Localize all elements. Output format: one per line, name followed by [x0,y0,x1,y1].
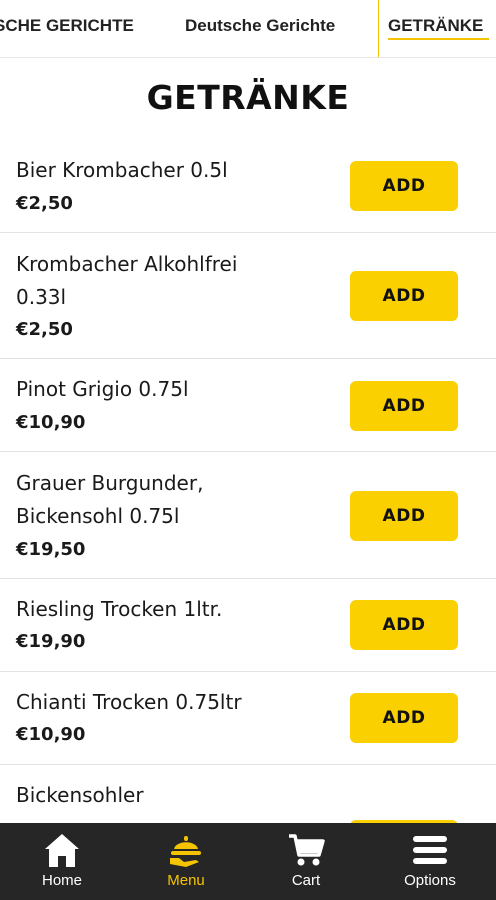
tab-getraenke[interactable]: GETRÄNKE [388,0,483,54]
tab-deutsche-gerichte[interactable]: Deutsche Gerichte [185,0,335,54]
nav-cart[interactable]: Cart [244,823,368,900]
menu-item: Bier Krombacher 0.5l €2,50 ADD [0,140,496,233]
item-price: €2,50 [16,193,73,214]
home-icon [45,834,79,867]
nav-label: Cart [291,872,321,889]
item-price: €10,90 [16,412,86,433]
menu-dish-icon [170,836,201,867]
menu-item: Grauer Burgunder, Bickensohl 0.75l €19,5… [0,452,496,579]
item-price: €2,50 [16,319,73,340]
menu-item: Chianti Trocken 0.75ltr €10,90 ADD [0,672,496,765]
menu-item: Riesling Trocken 1ltr. €19,90 ADD [0,579,496,672]
nav-label: Home [41,872,82,889]
cart-icon [289,834,325,866]
item-price: €19,50 [16,539,86,560]
item-name: Grauer Burgunder, [16,471,204,495]
item-name: Krombacher Alkohlfrei [16,252,238,276]
item-name: Chianti Trocken 0.75ltr [16,690,242,714]
item-name-line2: 0.33l [16,285,67,309]
options-icon [413,836,447,864]
add-button[interactable]: ADD [350,600,458,650]
active-tab-indicator [388,38,489,40]
menu-item: Pinot Grigio 0.75l €10,90 ADD [0,359,496,452]
item-name: Bier Krombacher 0.5l [16,158,228,182]
nav-label: Menu [167,872,205,889]
nav-options[interactable]: Options [368,823,492,900]
tab-divider [378,0,379,57]
add-button[interactable]: ADD [350,693,458,743]
add-button[interactable]: ADD [350,271,458,321]
item-name-line2: Bickensohl 0.75l [16,504,180,528]
add-button[interactable]: ADD [350,491,458,541]
tab-deutsche-gerichte-partial[interactable]: SCHE GERICHTE [0,0,134,54]
item-price: €10,90 [16,724,86,745]
menu-item-list: Bier Krombacher 0.5l €2,50 ADD Krombache… [0,140,496,845]
nav-menu[interactable]: Menu [124,823,248,900]
bottom-navigation: Home Menu Cart Options [0,823,496,900]
add-button[interactable]: ADD [350,381,458,431]
item-name: Riesling Trocken 1ltr. [16,597,223,621]
nav-label: Options [404,872,456,889]
item-name: Bickensohler [16,783,144,807]
item-name: Pinot Grigio 0.75l [16,377,189,401]
section-title: GETRÄNKE [146,78,350,117]
item-price: €19,90 [16,631,86,652]
add-button[interactable]: ADD [350,161,458,211]
menu-item: Krombacher Alkohlfrei 0.33l €2,50 ADD [0,233,496,359]
category-tabs: SCHE GERICHTE Deutsche Gerichte GETRÄNKE [0,0,496,58]
nav-home[interactable]: Home [0,823,124,900]
